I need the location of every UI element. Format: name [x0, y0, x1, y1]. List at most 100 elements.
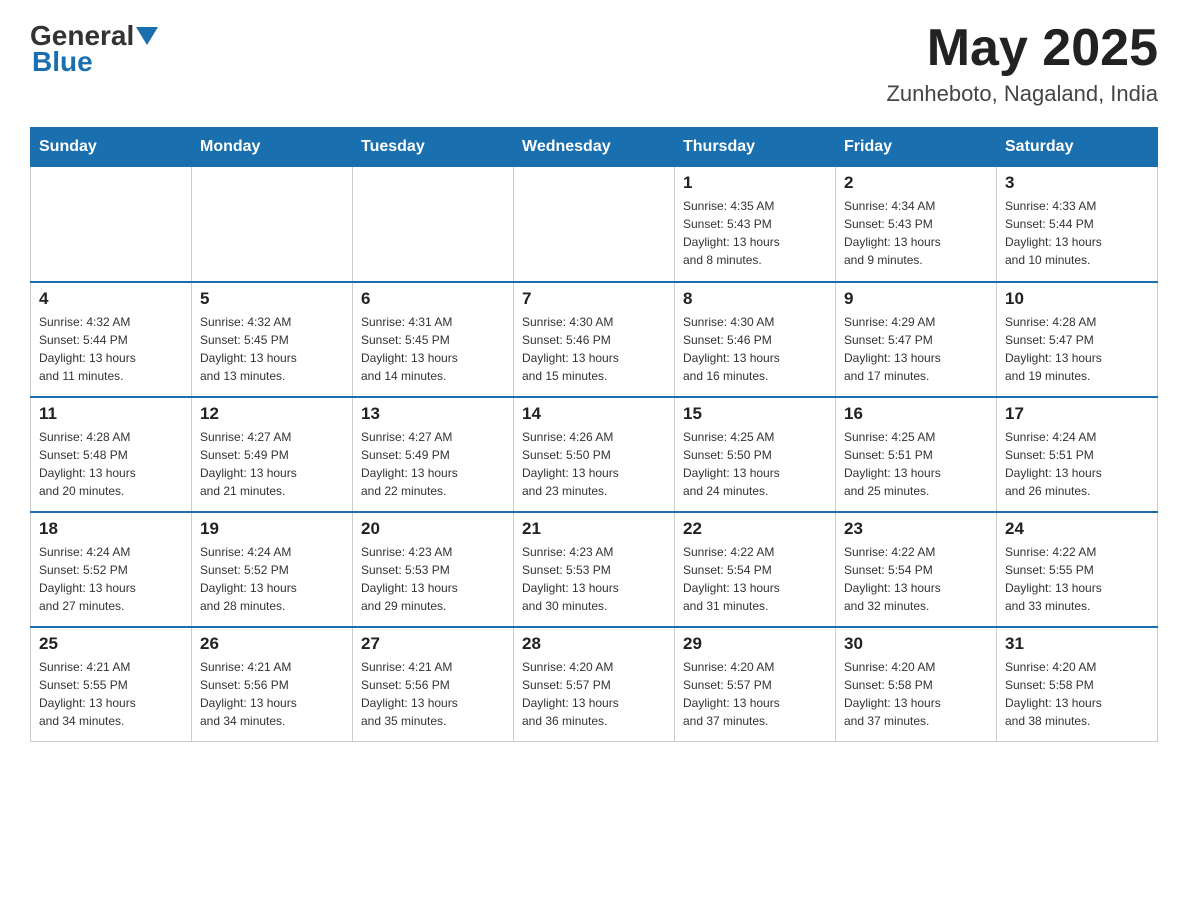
day-number: 23 — [844, 519, 988, 539]
logo-blue-text: Blue — [32, 46, 93, 78]
day-number: 26 — [200, 634, 344, 654]
day-info: Sunrise: 4:26 AM Sunset: 5:50 PM Dayligh… — [522, 428, 666, 500]
day-number: 12 — [200, 404, 344, 424]
calendar-cell: 30 Sunrise: 4:20 AM Sunset: 5:58 PM Dayli… — [836, 627, 997, 742]
day-info: Sunrise: 4:28 AM Sunset: 5:48 PM Dayligh… — [39, 428, 183, 500]
calendar-cell: 16Sunrise: 4:25 AM Sunset: 5:51 PM Dayli… — [836, 397, 997, 512]
calendar-cell: 9 Sunrise: 4:29 AM Sunset: 5:47 PM Daylig… — [836, 282, 997, 397]
calendar-cell: 26 Sunrise: 4:21 AM Sunset: 5:56 PM Dayli… — [192, 627, 353, 742]
logo-triangle-icon — [136, 27, 158, 49]
day-number: 18 — [39, 519, 183, 539]
col-thursday: Thursday — [675, 128, 836, 167]
month-year-title: May 2025 — [886, 20, 1158, 77]
day-number: 4 — [39, 289, 183, 309]
day-info: Sunrise: 4:22 AM Sunset: 5:54 PM Dayligh… — [844, 543, 988, 615]
calendar-cell — [514, 167, 675, 282]
calendar-cell: 15 Sunrise: 4:25 AM Sunset: 5:50 PM Dayli… — [675, 397, 836, 512]
week-row-5: 25 Sunrise: 4:21 AM Sunset: 5:55 PM Dayli… — [31, 627, 1158, 742]
day-number: 27 — [361, 634, 505, 654]
day-info: Sunrise: 4:22 AM Sunset: 5:55 PM Dayligh… — [1005, 543, 1149, 615]
calendar-cell: 20Sunrise: 4:23 AM Sunset: 5:53 PM Dayli… — [353, 512, 514, 627]
day-info: Sunrise: 4:20 AM Sunset: 5:58 PM Dayligh… — [844, 658, 988, 730]
calendar-cell — [192, 167, 353, 282]
day-number: 13 — [361, 404, 505, 424]
calendar-cell: 5Sunrise: 4:32 AM Sunset: 5:45 PM Daylig… — [192, 282, 353, 397]
day-number: 21 — [522, 519, 666, 539]
day-info: Sunrise: 4:23 AM Sunset: 5:53 PM Dayligh… — [361, 543, 505, 615]
calendar-cell: 8 Sunrise: 4:30 AM Sunset: 5:46 PM Daylig… — [675, 282, 836, 397]
day-info: Sunrise: 4:29 AM Sunset: 5:47 PM Dayligh… — [844, 313, 988, 385]
col-wednesday: Wednesday — [514, 128, 675, 167]
week-row-1: 1 Sunrise: 4:35 AM Sunset: 5:43 PM Daylig… — [31, 167, 1158, 282]
day-number: 2 — [844, 173, 988, 193]
day-info: Sunrise: 4:21 AM Sunset: 5:56 PM Dayligh… — [361, 658, 505, 730]
day-info: Sunrise: 4:23 AM Sunset: 5:53 PM Dayligh… — [522, 543, 666, 615]
col-sunday: Sunday — [31, 128, 192, 167]
calendar-cell: 6 Sunrise: 4:31 AM Sunset: 5:45 PM Daylig… — [353, 282, 514, 397]
day-info: Sunrise: 4:31 AM Sunset: 5:45 PM Dayligh… — [361, 313, 505, 385]
calendar-table: Sunday Monday Tuesday Wednesday Thursday… — [30, 127, 1158, 742]
calendar-header-row: Sunday Monday Tuesday Wednesday Thursday… — [31, 128, 1158, 167]
day-info: Sunrise: 4:21 AM Sunset: 5:56 PM Dayligh… — [200, 658, 344, 730]
calendar-cell: 2 Sunrise: 4:34 AM Sunset: 5:43 PM Daylig… — [836, 167, 997, 282]
day-number: 8 — [683, 289, 827, 309]
day-number: 14 — [522, 404, 666, 424]
logo: General Blue — [30, 20, 158, 78]
day-info: Sunrise: 4:34 AM Sunset: 5:43 PM Dayligh… — [844, 197, 988, 269]
day-info: Sunrise: 4:32 AM Sunset: 5:44 PM Dayligh… — [39, 313, 183, 385]
calendar-cell: 14 Sunrise: 4:26 AM Sunset: 5:50 PM Dayli… — [514, 397, 675, 512]
day-number: 25 — [39, 634, 183, 654]
day-number: 29 — [683, 634, 827, 654]
day-info: Sunrise: 4:24 AM Sunset: 5:52 PM Dayligh… — [39, 543, 183, 615]
day-number: 7 — [522, 289, 666, 309]
calendar-cell: 10 Sunrise: 4:28 AM Sunset: 5:47 PM Dayli… — [997, 282, 1158, 397]
day-info: Sunrise: 4:28 AM Sunset: 5:47 PM Dayligh… — [1005, 313, 1149, 385]
col-tuesday: Tuesday — [353, 128, 514, 167]
day-info: Sunrise: 4:27 AM Sunset: 5:49 PM Dayligh… — [200, 428, 344, 500]
calendar-cell: 27 Sunrise: 4:21 AM Sunset: 5:56 PM Dayli… — [353, 627, 514, 742]
calendar-cell: 3Sunrise: 4:33 AM Sunset: 5:44 PM Daylig… — [997, 167, 1158, 282]
page-header: General Blue May 2025 Zunheboto, Nagalan… — [30, 20, 1158, 107]
calendar-cell: 19Sunrise: 4:24 AM Sunset: 5:52 PM Dayli… — [192, 512, 353, 627]
day-number: 15 — [683, 404, 827, 424]
week-row-4: 18 Sunrise: 4:24 AM Sunset: 5:52 PM Dayli… — [31, 512, 1158, 627]
calendar-cell: 11 Sunrise: 4:28 AM Sunset: 5:48 PM Dayli… — [31, 397, 192, 512]
day-info: Sunrise: 4:30 AM Sunset: 5:46 PM Dayligh… — [683, 313, 827, 385]
col-saturday: Saturday — [997, 128, 1158, 167]
day-info: Sunrise: 4:20 AM Sunset: 5:57 PM Dayligh… — [522, 658, 666, 730]
calendar-cell: 17Sunrise: 4:24 AM Sunset: 5:51 PM Dayli… — [997, 397, 1158, 512]
day-info: Sunrise: 4:21 AM Sunset: 5:55 PM Dayligh… — [39, 658, 183, 730]
day-number: 9 — [844, 289, 988, 309]
day-info: Sunrise: 4:30 AM Sunset: 5:46 PM Dayligh… — [522, 313, 666, 385]
day-info: Sunrise: 4:22 AM Sunset: 5:54 PM Dayligh… — [683, 543, 827, 615]
calendar-cell: 18 Sunrise: 4:24 AM Sunset: 5:52 PM Dayli… — [31, 512, 192, 627]
day-info: Sunrise: 4:32 AM Sunset: 5:45 PM Dayligh… — [200, 313, 344, 385]
day-info: Sunrise: 4:24 AM Sunset: 5:51 PM Dayligh… — [1005, 428, 1149, 500]
calendar-cell — [353, 167, 514, 282]
day-number: 6 — [361, 289, 505, 309]
day-info: Sunrise: 4:27 AM Sunset: 5:49 PM Dayligh… — [361, 428, 505, 500]
calendar-cell: 13 Sunrise: 4:27 AM Sunset: 5:49 PM Dayli… — [353, 397, 514, 512]
day-info: Sunrise: 4:20 AM Sunset: 5:58 PM Dayligh… — [1005, 658, 1149, 730]
day-number: 1 — [683, 173, 827, 193]
week-row-2: 4 Sunrise: 4:32 AM Sunset: 5:44 PM Daylig… — [31, 282, 1158, 397]
day-number: 30 — [844, 634, 988, 654]
col-monday: Monday — [192, 128, 353, 167]
calendar-cell: 24Sunrise: 4:22 AM Sunset: 5:55 PM Dayli… — [997, 512, 1158, 627]
day-number: 10 — [1005, 289, 1149, 309]
day-number: 31 — [1005, 634, 1149, 654]
day-info: Sunrise: 4:35 AM Sunset: 5:43 PM Dayligh… — [683, 197, 827, 269]
calendar-cell — [31, 167, 192, 282]
calendar-cell: 22 Sunrise: 4:22 AM Sunset: 5:54 PM Dayli… — [675, 512, 836, 627]
calendar-cell: 12 Sunrise: 4:27 AM Sunset: 5:49 PM Dayli… — [192, 397, 353, 512]
day-number: 11 — [39, 404, 183, 424]
calendar-cell: 28Sunrise: 4:20 AM Sunset: 5:57 PM Dayli… — [514, 627, 675, 742]
day-info: Sunrise: 4:25 AM Sunset: 5:50 PM Dayligh… — [683, 428, 827, 500]
day-info: Sunrise: 4:20 AM Sunset: 5:57 PM Dayligh… — [683, 658, 827, 730]
calendar-cell: 7 Sunrise: 4:30 AM Sunset: 5:46 PM Daylig… — [514, 282, 675, 397]
location-subtitle: Zunheboto, Nagaland, India — [886, 81, 1158, 107]
day-number: 19 — [200, 519, 344, 539]
day-number: 3 — [1005, 173, 1149, 193]
day-number: 22 — [683, 519, 827, 539]
calendar-cell: 23 Sunrise: 4:22 AM Sunset: 5:54 PM Dayli… — [836, 512, 997, 627]
